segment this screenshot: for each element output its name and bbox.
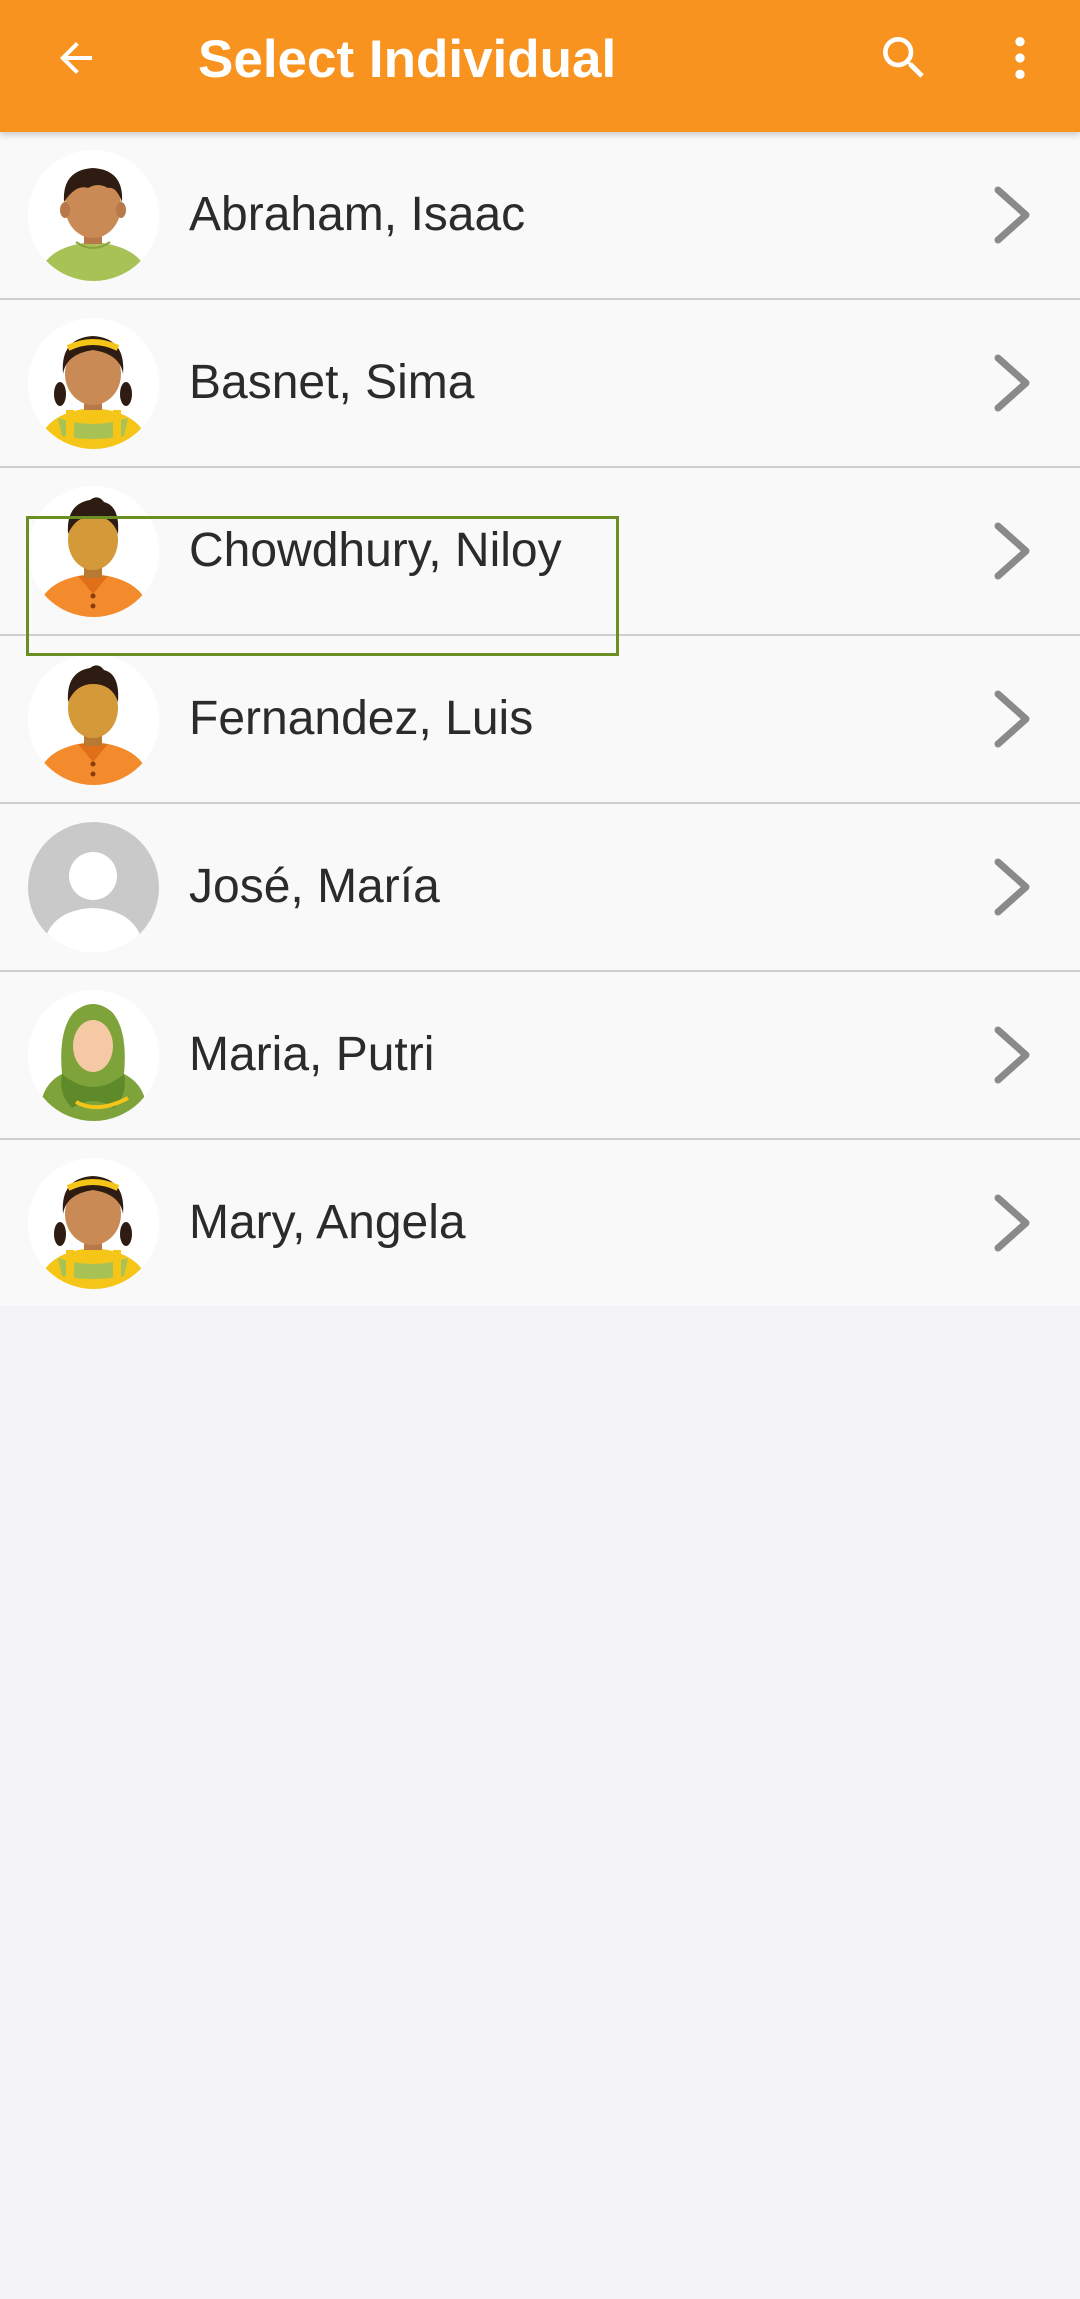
search-button[interactable]: [868, 22, 940, 94]
hijab-woman-avatar-icon: [28, 990, 159, 1121]
individual-name: Fernandez, Luis: [189, 692, 534, 745]
chevron-right-icon: [994, 858, 1030, 916]
more-vertical-icon: [1015, 37, 1025, 79]
back-button[interactable]: [44, 26, 108, 90]
individual-name: Maria, Putri: [189, 1028, 435, 1081]
boy-avatar-icon: [28, 150, 159, 281]
individual-name: Abraham, Isaac: [189, 188, 526, 241]
list-item[interactable]: Chowdhury, Niloy: [0, 468, 1080, 636]
list-item[interactable]: José, María: [0, 804, 1080, 972]
individual-name: Mary, Angela: [189, 1196, 466, 1249]
chevron-right-icon: [994, 186, 1030, 244]
chevron-right-icon: [994, 354, 1030, 412]
list-item[interactable]: Abraham, Isaac: [0, 132, 1080, 300]
man-avatar-icon: [28, 654, 159, 785]
girl-avatar-icon: [28, 318, 159, 449]
empty-background: [0, 1306, 1080, 2299]
list-item[interactable]: Maria, Putri: [0, 972, 1080, 1140]
girl-avatar-icon: [28, 1158, 159, 1289]
list-item[interactable]: Mary, Angela: [0, 1140, 1080, 1308]
app-bar: Select Individual: [0, 0, 1080, 132]
list-item[interactable]: Basnet, Sima: [0, 300, 1080, 468]
individual-name: José, María: [189, 860, 440, 913]
arrow-left-icon: [60, 42, 92, 74]
search-icon: [883, 37, 924, 78]
man-avatar-icon: [28, 486, 159, 617]
chevron-right-icon: [994, 690, 1030, 748]
individual-list: Abraham, Isaac Basnet, Sima Chowdhury, N…: [0, 132, 1080, 1308]
list-item[interactable]: Fernandez, Luis: [0, 636, 1080, 804]
chevron-right-icon: [994, 522, 1030, 580]
page-title: Select Individual: [198, 30, 617, 89]
more-options-button[interactable]: [984, 22, 1056, 94]
chevron-right-icon: [994, 1026, 1030, 1084]
individual-name: Basnet, Sima: [189, 356, 475, 409]
default-avatar-icon: [28, 822, 159, 953]
individual-name: Chowdhury, Niloy: [189, 524, 562, 577]
chevron-right-icon: [994, 1194, 1030, 1252]
